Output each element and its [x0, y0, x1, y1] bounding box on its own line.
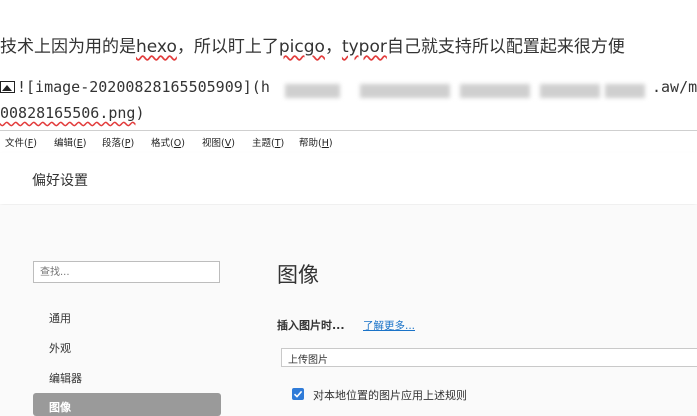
document-paragraph: 技术上因为用的是hexo，所以盯上了picgo，typor自己就支持所以配置起来… [0, 32, 625, 57]
preferences-title: 偏好设置 [32, 173, 88, 189]
learn-more-link[interactable]: 了解更多... [363, 318, 415, 333]
section-heading: 图像 [277, 263, 319, 287]
image-markdown-source: ![image-20200828165505909](h [17, 78, 270, 96]
misspelled-word-picgo: picgo [278, 37, 325, 57]
apply-rules-local-label: 对本地位置的图片应用上述规则 [313, 389, 467, 402]
menu-help[interactable]: 帮助(H) [299, 135, 333, 149]
insert-image-label: 插入图片时... [277, 319, 345, 332]
menu-file[interactable]: 文件(F) [5, 135, 37, 149]
image-icon [0, 81, 15, 93]
preferences-header [0, 153, 697, 204]
redacted-url-block [540, 84, 600, 98]
image-markdown-filename: 00828165506.png) [0, 104, 145, 122]
menu-edit[interactable]: 编辑(E) [54, 135, 86, 149]
redacted-url-block [285, 84, 340, 98]
menu-view[interactable]: 视图(V) [202, 135, 235, 149]
redacted-url-block [605, 84, 645, 98]
menu-theme[interactable]: 主题(T) [252, 135, 284, 149]
menu-paragraph[interactable]: 段落(P) [102, 135, 134, 149]
image-markdown-tail: .aw/m [652, 78, 697, 96]
sidebar-item-editor[interactable]: 编辑器 [49, 370, 82, 386]
sidebar-item-image-label: 图像 [49, 401, 71, 414]
insert-image-action-select[interactable]: 上传图片 [281, 348, 697, 367]
image-filename: 00828165506.png [0, 104, 136, 122]
preferences-search-input[interactable] [33, 261, 220, 283]
sidebar-item-general[interactable]: 通用 [49, 310, 71, 326]
text-segment: 自己就支持所以配置起来很方便 [386, 37, 625, 57]
redacted-url-block [460, 84, 530, 98]
preferences-body [0, 205, 697, 416]
image-markdown-line[interactable]: ![image-20200828165505909](h [0, 78, 270, 96]
checkmark-icon [293, 390, 303, 398]
apply-rules-local-checkbox[interactable] [292, 388, 304, 400]
menu-bar: 文件(F) 编辑(E) 段落(P) 格式(O) 视图(V) 主题(T) 帮助(H… [0, 131, 697, 153]
text-segment: 技术上因为用的是 [0, 37, 136, 57]
text-segment: ，所以盯上了 [176, 37, 279, 57]
misspelled-word-hexo: hexo [136, 37, 177, 57]
misspelled-word-typor: typor [341, 37, 387, 57]
text-segment: ) [135, 104, 145, 122]
redacted-url-block [360, 84, 450, 98]
sidebar-item-appearance[interactable]: 外观 [49, 340, 71, 356]
text-segment: ， [324, 37, 342, 57]
menu-format[interactable]: 格式(O) [151, 135, 185, 149]
